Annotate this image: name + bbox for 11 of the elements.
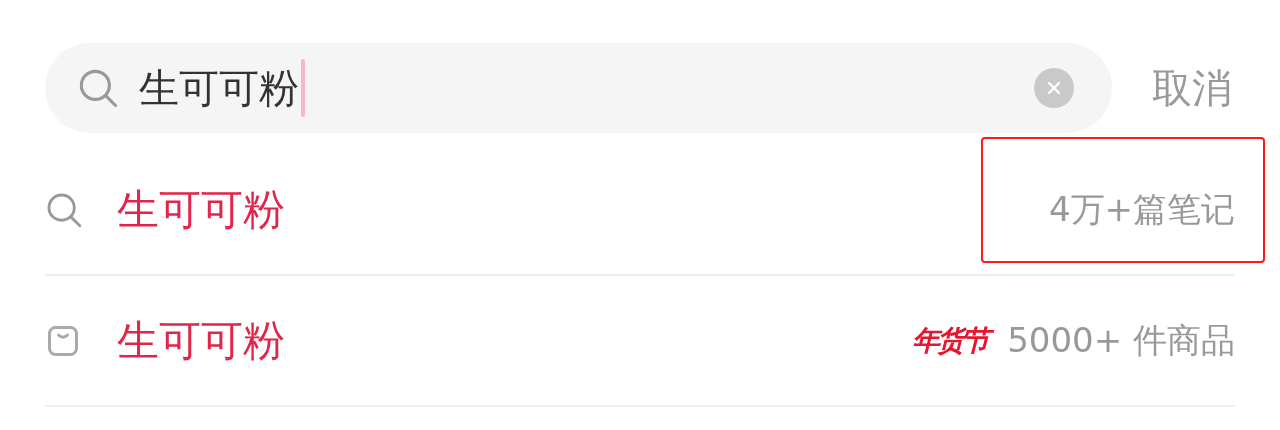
close-icon — [1047, 81, 1061, 95]
suggestion-term: 生可可粉 — [117, 319, 285, 362]
search-field[interactable]: 生可可粉 — [45, 43, 1112, 133]
festival-label: 年货节 — [912, 319, 994, 362]
result-count: 4万+篇笔记 — [1048, 188, 1235, 229]
text-cursor — [301, 59, 305, 117]
result-count: 5000+ 件商品 — [1007, 319, 1235, 360]
clear-button[interactable] — [1034, 68, 1074, 108]
search-text: 生可可粉 — [139, 68, 299, 108]
suggestion-term: 生可可粉 — [117, 188, 285, 231]
search-icon — [77, 67, 119, 109]
